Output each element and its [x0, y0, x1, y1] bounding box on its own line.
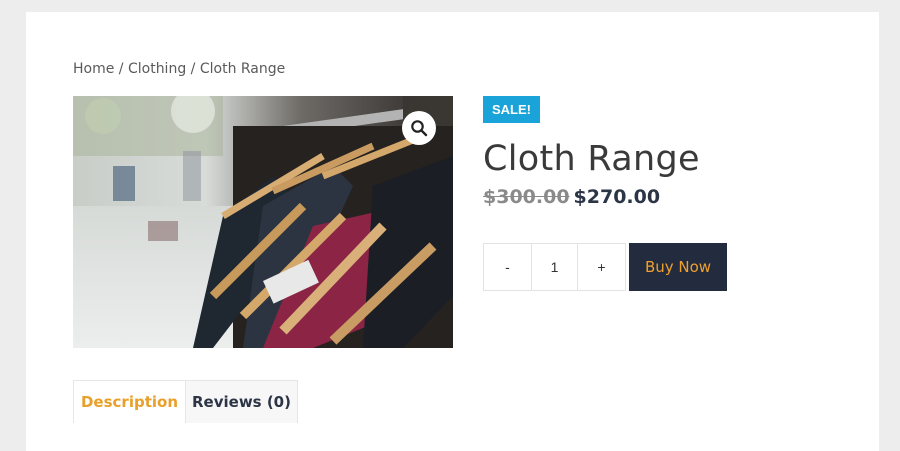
quantity-input[interactable]: 1	[531, 244, 578, 290]
breadcrumb-separator: /	[114, 61, 128, 77]
quantity-stepper: - 1 +	[483, 243, 626, 291]
breadcrumb-current: Cloth Range	[199, 61, 286, 77]
tab-description[interactable]: Description	[73, 380, 186, 423]
price-sale: $270.00	[573, 186, 661, 208]
quantity-plus-button[interactable]: +	[578, 244, 625, 290]
tab-reviews[interactable]: Reviews (0)	[186, 380, 298, 423]
product-price: $300.00 $270.00	[483, 186, 660, 208]
product-image[interactable]	[73, 96, 453, 348]
quantity-minus-button[interactable]: -	[484, 244, 531, 290]
sale-badge: SALE!	[483, 96, 540, 123]
breadcrumb-home-link[interactable]: Home	[73, 61, 114, 77]
product-title: Cloth Range	[483, 139, 700, 179]
product-tabs: Description Reviews (0)	[73, 380, 298, 423]
zoom-button[interactable]	[402, 111, 436, 145]
price-original: $300.00	[483, 186, 570, 208]
product-photo	[73, 96, 453, 348]
breadcrumb-category-link[interactable]: Clothing	[128, 61, 186, 77]
breadcrumb-separator: /	[186, 61, 200, 77]
breadcrumb: Home / Clothing / Cloth Range	[73, 61, 285, 77]
buy-now-button[interactable]: Buy Now	[629, 243, 727, 291]
magnifier-icon	[411, 120, 428, 137]
